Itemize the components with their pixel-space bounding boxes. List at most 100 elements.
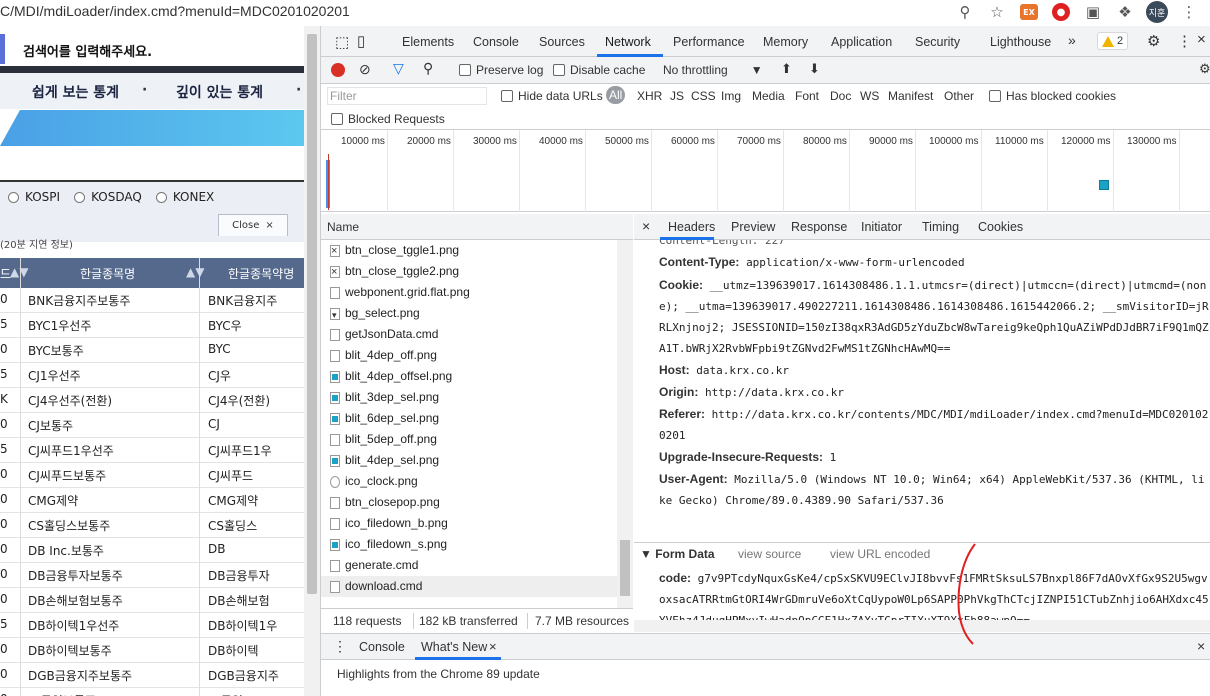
- sort-icon[interactable]: ▲▼: [186, 265, 204, 279]
- type-filter-doc[interactable]: Doc: [830, 89, 851, 103]
- list-item[interactable]: blit_6dep_sel.png: [321, 408, 617, 429]
- col-header-name[interactable]: 한글종목명: [80, 265, 135, 282]
- list-item[interactable]: blit_4dep_off.png: [321, 345, 617, 366]
- tab-lighthouse[interactable]: Lighthouse: [990, 35, 1051, 49]
- list-item[interactable]: btn_close_tggle2.png: [321, 261, 617, 283]
- extension-orange-icon[interactable]: EX: [1018, 2, 1040, 22]
- import-har-icon[interactable]: ⬆: [781, 61, 792, 77]
- list-item[interactable]: btn_closepop.png: [321, 492, 617, 513]
- page-scrollbar[interactable]: [304, 26, 320, 696]
- type-filter-ws[interactable]: WS: [860, 89, 879, 103]
- close-drawer-tab-icon[interactable]: ×: [489, 639, 497, 654]
- list-item[interactable]: ico_filedown_b.png: [321, 513, 617, 534]
- table-row[interactable]: 0 CJ보통주 CJ: [0, 413, 304, 438]
- list-item[interactable]: blit_4dep_offsel.png: [321, 366, 617, 387]
- type-filter-css[interactable]: CSS: [691, 89, 716, 103]
- type-filter-img[interactable]: Img: [721, 89, 741, 103]
- network-settings-icon[interactable]: ⚙: [1199, 61, 1210, 77]
- table-row[interactable]: 0 CMG제약 CMG제약: [0, 488, 304, 513]
- filter-icon[interactable]: ▽: [393, 60, 404, 77]
- type-filter-all[interactable]: All: [606, 86, 626, 104]
- record-icon[interactable]: [331, 63, 345, 77]
- tab-memory[interactable]: Memory: [763, 35, 808, 49]
- tab-security[interactable]: Security: [915, 35, 960, 49]
- network-overview-timeline[interactable]: 10000 ms 20000 ms 30000 ms 40000 ms 50000 ms…: [321, 130, 1210, 212]
- close-devtools-icon[interactable]: ×: [1197, 31, 1206, 48]
- list-item[interactable]: blit_3dep_sel.png: [321, 387, 617, 408]
- profile-avatar[interactable]: 지훈: [1146, 1, 1168, 23]
- tab-timing[interactable]: Timing: [922, 220, 959, 234]
- close-button[interactable]: Close ×: [218, 214, 288, 236]
- extension-window-icon[interactable]: ▣: [1082, 2, 1104, 22]
- list-item[interactable]: blit_4dep_sel.png: [321, 450, 617, 471]
- close-drawer-icon[interactable]: ×: [1197, 638, 1205, 654]
- col-header-short-name[interactable]: 한글종목약명: [228, 265, 294, 282]
- browser-menu-icon[interactable]: ⋮: [1178, 2, 1200, 22]
- table-row[interactable]: 0 DB하이텍보통주 DB하이텍: [0, 638, 304, 663]
- table-row[interactable]: 0 CJ씨푸드보통주 CJ씨푸드: [0, 463, 304, 488]
- table-row[interactable]: 0 DGB금융지주보통주 DGB금융지주: [0, 663, 304, 688]
- tab-response[interactable]: Response: [791, 220, 847, 234]
- disable-cache-checkbox[interactable]: Disable cache: [553, 63, 645, 77]
- zoom-icon[interactable]: ⚲: [954, 2, 976, 22]
- site-search-input[interactable]: 검색어를 입력해주세요.: [0, 34, 304, 64]
- has-blocked-cookies-checkbox[interactable]: Has blocked cookies: [989, 89, 1116, 103]
- bookmark-star-icon[interactable]: ☆: [986, 2, 1008, 22]
- tab-application[interactable]: Application: [831, 35, 892, 49]
- inspect-element-icon[interactable]: ⬚: [335, 33, 349, 51]
- tab-initiator[interactable]: Initiator: [861, 220, 902, 234]
- devtools-menu-icon[interactable]: ⋮: [1177, 32, 1192, 50]
- blocked-requests-checkbox[interactable]: Blocked Requests: [331, 112, 445, 126]
- table-row[interactable]: 5 CJ1우선주 CJ우: [0, 363, 304, 388]
- drawer-tab-console[interactable]: Console: [359, 640, 405, 654]
- preserve-log-checkbox[interactable]: Preserve log: [459, 63, 543, 77]
- view-url-encoded-link[interactable]: view URL encoded: [830, 547, 930, 561]
- table-row[interactable]: 0 DB Inc.보통주 DB: [0, 538, 304, 563]
- nav-easy-stats[interactable]: 쉽게 보는 통계: [32, 82, 119, 102]
- type-filter-xhr[interactable]: XHR: [637, 89, 662, 103]
- radio-kospi[interactable]: KOSPI: [8, 190, 60, 204]
- url-field[interactable]: C/MDI/mdiLoader/index.cmd?menuId=MDC0201…: [0, 0, 350, 26]
- tab-cookies[interactable]: Cookies: [978, 220, 1023, 234]
- drawer-menu-icon[interactable]: ⋮: [333, 638, 347, 655]
- table-row[interactable]: 5 DB하이텍1우선주 DB하이텍1우: [0, 613, 304, 638]
- name-column-header[interactable]: Name: [321, 214, 633, 240]
- device-toolbar-icon[interactable]: ▯: [357, 32, 365, 50]
- view-source-link[interactable]: view source: [738, 547, 801, 561]
- extension-red-icon[interactable]: ●: [1050, 2, 1072, 22]
- tab-network[interactable]: Network: [605, 35, 651, 49]
- close-detail-icon[interactable]: ×: [642, 218, 650, 234]
- tab-preview[interactable]: Preview: [731, 220, 775, 234]
- table-row[interactable]: K CJ4우선주(전환) CJ4우(전환): [0, 388, 304, 413]
- table-row[interactable]: 0 BYC보통주 BYC: [0, 338, 304, 363]
- clear-icon[interactable]: ⊘: [359, 61, 371, 78]
- drawer-tab-whats-new[interactable]: What's New: [421, 640, 487, 654]
- list-item[interactable]: ico_clock.png: [321, 471, 617, 492]
- tab-sources[interactable]: Sources: [539, 35, 585, 49]
- table-row[interactable]: 0 CS홀딩스보통주 CS홀딩스: [0, 513, 304, 538]
- type-filter-manifest[interactable]: Manifest: [888, 89, 933, 103]
- radio-konex[interactable]: KONEX: [155, 190, 214, 204]
- type-filter-media[interactable]: Media: [752, 89, 785, 103]
- tab-headers[interactable]: Headers: [668, 220, 715, 234]
- list-item[interactable]: btn_close_tggle1.png: [321, 240, 617, 262]
- warnings-badge[interactable]: 2: [1097, 32, 1129, 50]
- tab-console[interactable]: Console: [473, 35, 519, 49]
- filter-input[interactable]: Filter: [327, 87, 487, 105]
- hide-data-urls-checkbox[interactable]: Hide data URLs: [501, 89, 603, 103]
- list-item[interactable]: bg_select.png: [321, 303, 617, 326]
- table-row[interactable]: 0 DB손해보험보통주 DB손해보험: [0, 588, 304, 613]
- list-item[interactable]: download.cmd: [321, 576, 617, 597]
- more-tabs-icon[interactable]: »: [1068, 32, 1076, 48]
- list-item[interactable]: ico_filedown_s.png: [321, 534, 617, 555]
- list-item[interactable]: blit_5dep_off.png: [321, 429, 617, 450]
- table-row[interactable]: 0 DI동일보통주 DI동일: [0, 688, 304, 696]
- type-filter-js[interactable]: JS: [670, 89, 684, 103]
- export-har-icon[interactable]: ⬇: [809, 61, 820, 77]
- detail-horizontal-scrollbar[interactable]: [634, 620, 1210, 632]
- list-item[interactable]: getJsonData.cmd: [321, 324, 617, 345]
- settings-gear-icon[interactable]: ⚙: [1147, 32, 1160, 50]
- table-row[interactable]: 5 BYC1우선주 BYC우: [0, 313, 304, 338]
- request-list-scrollbar[interactable]: [617, 240, 633, 612]
- tab-elements[interactable]: Elements: [402, 35, 454, 49]
